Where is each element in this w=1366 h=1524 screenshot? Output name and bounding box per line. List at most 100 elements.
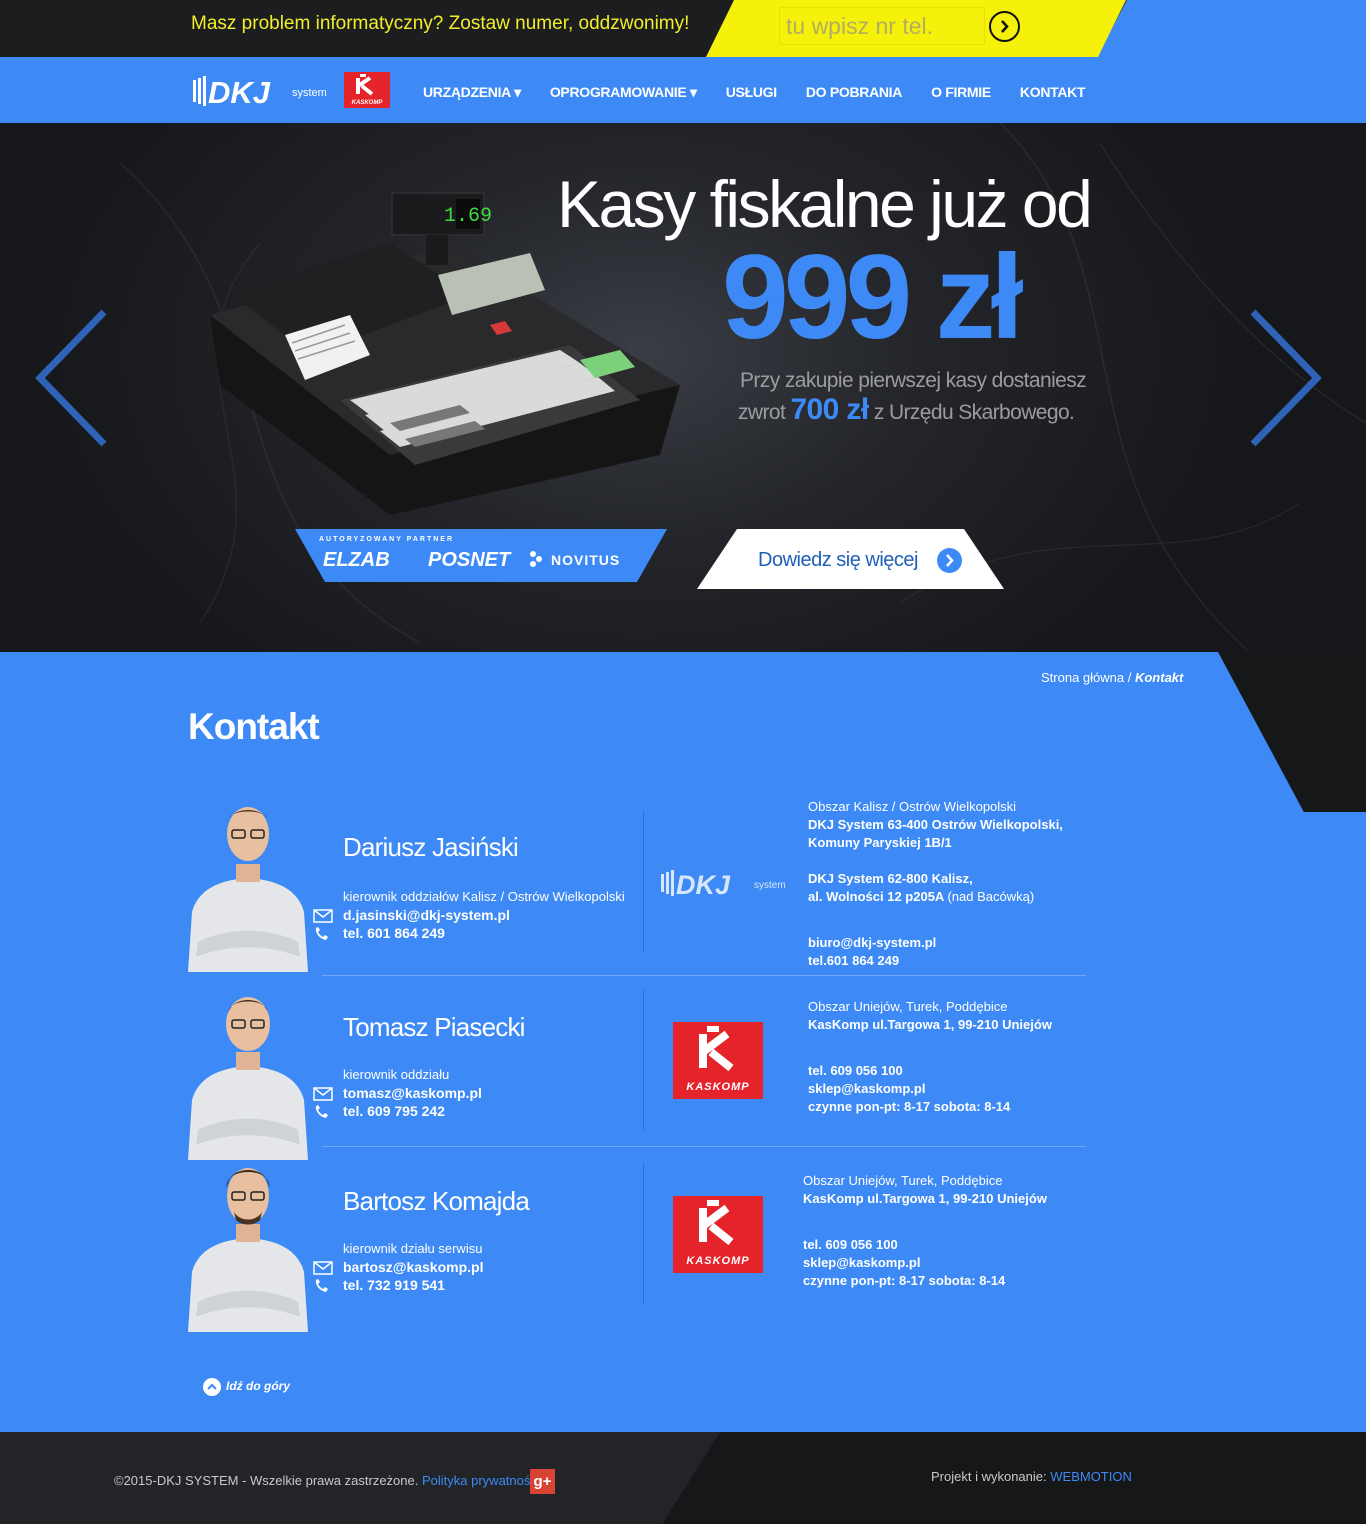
contact-person-card: Tomasz Piasecki kierownik oddziału tomas… bbox=[188, 990, 648, 1160]
person-phone: tel. 732 919 541 bbox=[343, 1277, 445, 1293]
partner-logo-elzab: ELZAB bbox=[323, 549, 390, 571]
office-email[interactable]: sklep@kaskomp.pl bbox=[808, 1080, 1052, 1098]
decorative-wedge bbox=[1218, 652, 1366, 812]
column-divider bbox=[643, 1164, 644, 1304]
person-role: kierownik oddziału bbox=[343, 1067, 450, 1082]
partner-label: AUTORYZOWANY PARTNER bbox=[319, 536, 455, 543]
office-phone: tel. 609 056 100 bbox=[803, 1237, 898, 1252]
slider-next-arrow-icon[interactable] bbox=[1245, 308, 1325, 448]
kaskomp-mark-icon: KASKOMP bbox=[686, 1026, 749, 1093]
office-phone: tel.601 864 249 bbox=[808, 953, 900, 968]
office-info-dkj: Obszar Kalisz / Ostrów Wielkopolski DKJ … bbox=[808, 798, 1063, 970]
hero-price: 999 zł bbox=[722, 230, 1024, 364]
office-email[interactable]: biuro@dkj-system.pl bbox=[808, 934, 1063, 952]
column-divider bbox=[643, 812, 644, 952]
learn-more-button[interactable]: Dowiedz się więcej bbox=[697, 529, 1004, 589]
nav-item-o-firmie[interactable]: O FIRMIE bbox=[931, 84, 991, 101]
office-address: KasKomp ul.Targowa 1, 99-210 Uniejów bbox=[803, 1191, 1047, 1206]
person-name: Dariusz Jasiński bbox=[343, 832, 519, 862]
person-name: Tomasz Piasecki bbox=[343, 1012, 525, 1042]
main-menu: URZĄDZENIA ▾ OPROGRAMOWANIE ▾ USŁUGI DO … bbox=[423, 84, 1114, 101]
hero-refund-amount: 700 zł bbox=[790, 393, 869, 426]
row-divider bbox=[322, 1146, 1086, 1147]
breadcrumb-current: Kontakt bbox=[1134, 670, 1184, 685]
callback-message: Masz problem informatyczny? Zostaw numer… bbox=[191, 13, 690, 34]
person-email-link[interactable]: d.jasinski@dkj-system.pl bbox=[343, 907, 510, 923]
nav-item-uslugi[interactable]: USŁUGI bbox=[726, 84, 777, 101]
kaskomp-logo[interactable]: KASKOMP bbox=[344, 72, 390, 108]
envelope-icon bbox=[313, 909, 333, 923]
authorized-partner-band: AUTORYZOWANY PARTNER ELZAB POSNET NOVITU… bbox=[295, 529, 667, 582]
office-address: DKJ System 63-400 Ostrów Wielkopolski, bbox=[808, 817, 1063, 832]
learn-more-label: Dowiedz się więcej bbox=[758, 549, 918, 571]
svg-text:KASKOMP: KASKOMP bbox=[686, 1081, 749, 1093]
phone-number-input[interactable] bbox=[779, 7, 985, 45]
copyright-text: ©2015-DKJ SYSTEM - Wszelkie prawa zastrz… bbox=[114, 1473, 540, 1488]
office-info-kaskomp: Obszar Uniejów, Turek, Poddębice KasKomp… bbox=[808, 998, 1052, 1116]
page-title: Kontakt bbox=[188, 706, 320, 747]
hero-slider: 1.69 Kasy fiskalne już od 999 zł Przy za… bbox=[0, 123, 1366, 653]
phone-icon bbox=[315, 927, 328, 940]
avatar bbox=[188, 807, 308, 972]
column-divider bbox=[643, 990, 644, 1130]
hero-subtitle-line1: Przy zakupie pierwszej kasy dostaniesz bbox=[740, 369, 1087, 392]
person-email-link[interactable]: tomasz@kaskomp.pl bbox=[343, 1085, 482, 1101]
office-hours: czynne pon-pt: 8-17 sobota: 8-14 bbox=[803, 1273, 1006, 1288]
kaskomp-mark-icon: KASKOMP bbox=[352, 74, 384, 106]
person-phone: tel. 609 795 242 bbox=[343, 1103, 445, 1119]
nav-item-urzadzenia[interactable]: URZĄDZENIA ▾ bbox=[423, 84, 521, 101]
person-phone: tel. 601 864 249 bbox=[343, 925, 445, 941]
footer: ©2015-DKJ SYSTEM - Wszelkie prawa zastrz… bbox=[0, 1432, 1366, 1524]
office-hours: czynne pon-pt: 8-17 sobota: 8-14 bbox=[808, 1099, 1011, 1114]
chevron-right-circle-icon bbox=[1001, 20, 1009, 33]
chevron-up-circle-icon bbox=[203, 1378, 221, 1396]
privacy-policy-link[interactable]: Polityka prywatności bbox=[422, 1473, 540, 1488]
svg-text:DKJ: DKJ bbox=[676, 870, 731, 900]
office-area: Obszar Kalisz / Ostrów Wielkopolski bbox=[808, 799, 1017, 814]
office-address: DKJ System 62-800 Kalisz, bbox=[808, 871, 973, 886]
caret-down-icon: ▾ bbox=[514, 84, 521, 100]
svg-text:KASKOMP: KASKOMP bbox=[352, 100, 384, 106]
partner-logo-posnet: POSNET bbox=[428, 549, 511, 571]
partner-logo-novitus: NOVITUS bbox=[551, 552, 621, 568]
hero-title: Kasy fiskalne już od bbox=[557, 167, 1093, 241]
row-divider bbox=[322, 975, 1086, 976]
office-address: KasKomp ul.Targowa 1, 99-210 Uniejów bbox=[808, 1017, 1052, 1032]
slider-prev-arrow-icon[interactable] bbox=[32, 308, 112, 448]
caret-down-icon: ▾ bbox=[690, 84, 697, 100]
kaskomp-logo: KASKOMP bbox=[673, 1022, 763, 1099]
webmotion-link[interactable]: WEBMOTION bbox=[1050, 1469, 1132, 1484]
register-display-value: 1.69 bbox=[444, 205, 492, 228]
office-address: al. Wolności 12 p205A (nad Bacówką) bbox=[808, 889, 1035, 904]
credit-text: Projekt i wykonanie: WEBMOTION bbox=[931, 1469, 1132, 1484]
novitus-mark-icon bbox=[529, 550, 549, 568]
breadcrumb-home-link[interactable]: Strona główna / bbox=[1041, 670, 1131, 685]
back-to-top-link[interactable]: Idź do góry bbox=[203, 1378, 290, 1396]
nav-item-do-pobrania[interactable]: DO POBRANIA bbox=[806, 84, 903, 101]
kaskomp-logo: KASKOMP bbox=[673, 1196, 763, 1273]
nav-item-oprogramowanie[interactable]: OPROGRAMOWANIE ▾ bbox=[550, 84, 697, 101]
chevron-right-circle-icon bbox=[937, 548, 962, 573]
person-role: kierownik oddziałów Kalisz / Ostrów Wiel… bbox=[343, 889, 625, 904]
nav-item-kontakt[interactable]: KONTAKT bbox=[1020, 84, 1086, 101]
envelope-icon bbox=[313, 1087, 333, 1101]
hero-subtitle-line2: zwrot 700 zł z Urzędu Skarbowego. bbox=[738, 393, 1075, 426]
office-address: Komuny Paryskiej 1B/1 bbox=[808, 835, 952, 850]
contact-person-card: Bartosz Komajda kierownik działu serwisu… bbox=[188, 1162, 648, 1332]
google-plus-icon[interactable]: g+ bbox=[530, 1469, 555, 1494]
person-role: kierownik działu serwisu bbox=[343, 1241, 483, 1256]
contact-section: Strona główna / Kontakt Kontakt Dariusz … bbox=[0, 652, 1366, 1432]
office-info-kaskomp: Obszar Uniejów, Turek, Poddębice KasKomp… bbox=[803, 1172, 1047, 1290]
callback-submit-button[interactable] bbox=[989, 11, 1020, 42]
office-phone: tel. 609 056 100 bbox=[808, 1063, 903, 1078]
callback-bar: Masz problem informatyczny? Zostaw numer… bbox=[0, 0, 1366, 57]
breadcrumb: Strona główna / Kontakt bbox=[1041, 670, 1183, 685]
avatar bbox=[188, 997, 308, 1160]
office-email[interactable]: sklep@kaskomp.pl bbox=[803, 1254, 1047, 1272]
kaskomp-mark-icon: KASKOMP bbox=[686, 1200, 749, 1267]
contact-person-card: Dariusz Jasiński kierownik oddziałów Kal… bbox=[188, 802, 648, 972]
svg-text:system: system bbox=[754, 880, 786, 891]
dkj-system-logo[interactable]: DKJ system bbox=[193, 72, 333, 110]
decorative-wedge bbox=[1097, 0, 1366, 57]
person-email-link[interactable]: bartosz@kaskomp.pl bbox=[343, 1259, 483, 1275]
